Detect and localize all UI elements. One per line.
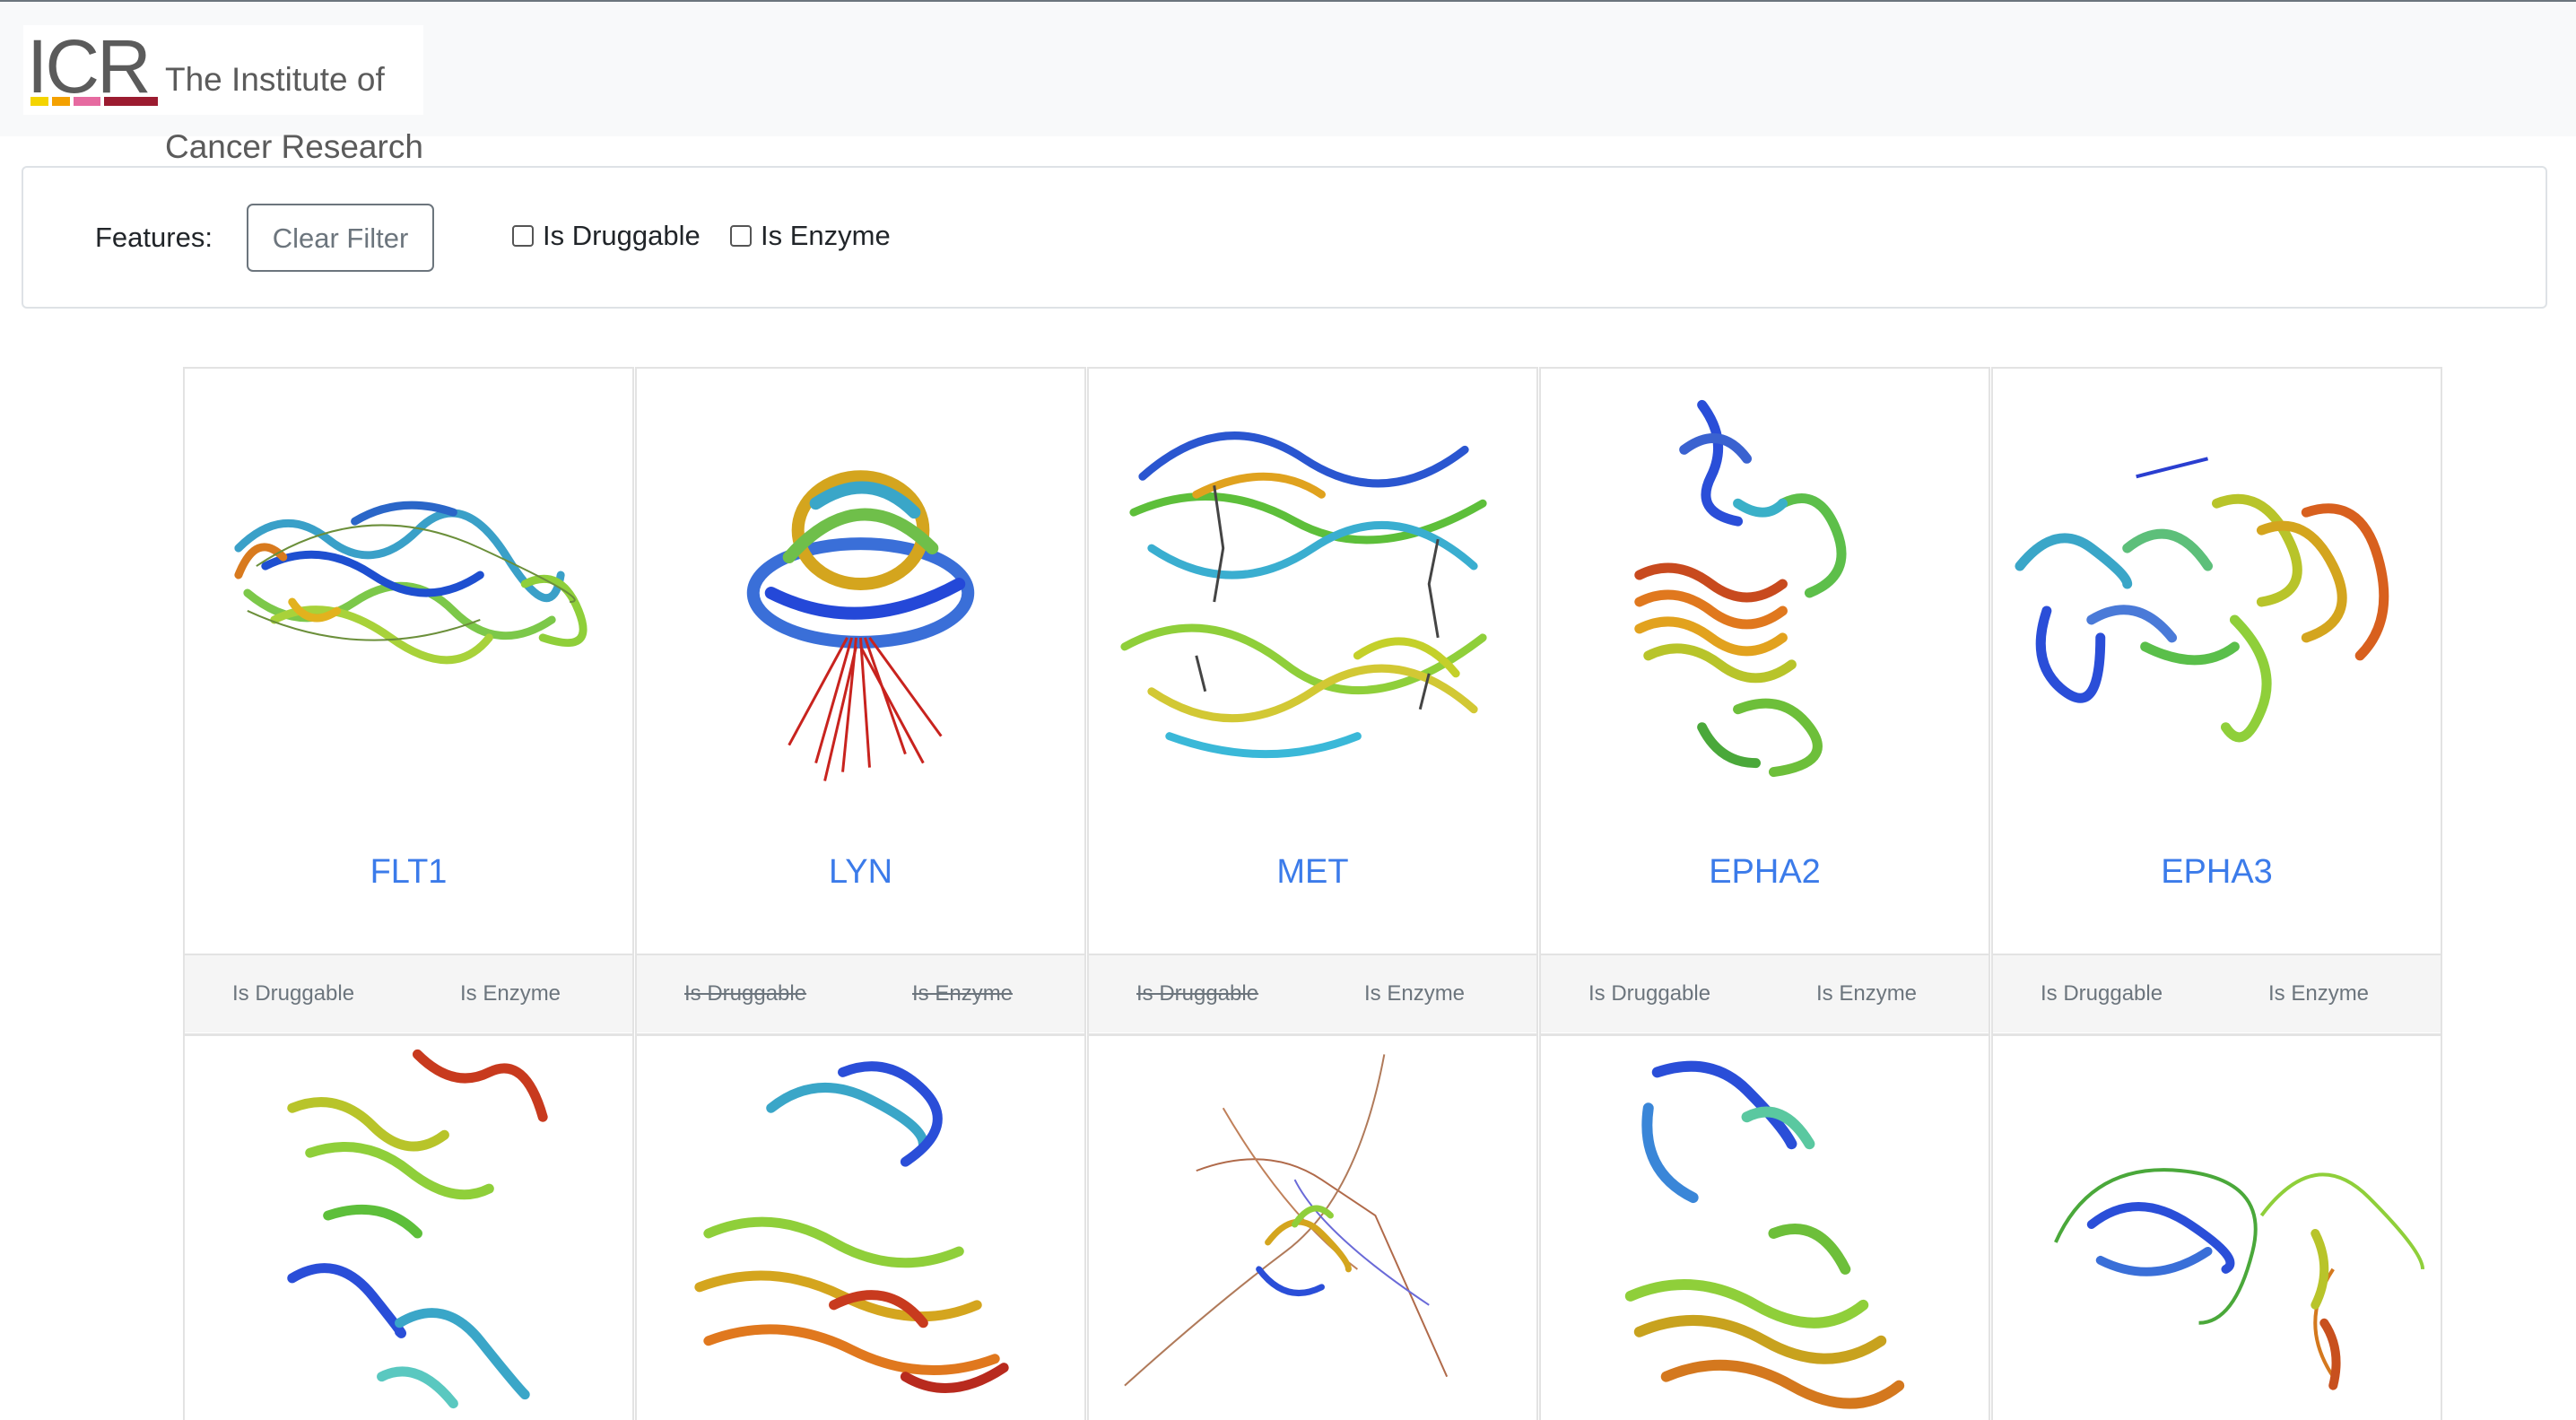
protein-card-flt1[interactable]: FLT1 Is Druggable Is Enzyme <box>183 367 634 1035</box>
card-footer: Is Druggable Is Enzyme <box>1541 954 1989 1032</box>
protein-name-link[interactable]: FLT1 <box>185 853 632 892</box>
protein-structure-image[interactable] <box>1089 1036 1536 1418</box>
card-footer: Is Druggable Is Enzyme <box>1089 954 1536 1032</box>
logo-line-2: Cancer Research <box>165 128 423 165</box>
is-enzyme-tag: Is Enzyme <box>1816 981 1918 1006</box>
is-enzyme-tag: Is Enzyme <box>912 981 1014 1006</box>
protein-structure-image[interactable] <box>1993 1036 2441 1418</box>
protein-card-epha3[interactable]: EPHA3 Is Druggable Is Enzyme <box>1991 367 2442 1035</box>
protein-card[interactable] <box>1087 1034 1538 1420</box>
protein-structure-image[interactable] <box>637 1036 1084 1418</box>
is-enzyme-checkbox[interactable] <box>730 225 752 247</box>
protein-structure-image[interactable] <box>1089 369 1536 817</box>
filter-panel: Features: Clear Filter Is Druggable Is E… <box>22 166 2547 309</box>
is-druggable-tag: Is Druggable <box>1588 981 1711 1006</box>
protein-card-met[interactable]: MET Is Druggable Is Enzyme <box>1087 367 1538 1035</box>
protein-card[interactable] <box>1991 1034 2442 1420</box>
card-footer: Is Druggable Is Enzyme <box>1993 954 2441 1032</box>
logo-line-1: The Institute of <box>165 61 385 98</box>
protein-name-link[interactable]: EPHA3 <box>1993 853 2441 892</box>
is-druggable-filter-label: Is Druggable <box>543 220 701 251</box>
protein-structure-image[interactable] <box>1541 1036 1989 1418</box>
protein-structure-image[interactable] <box>185 1036 632 1418</box>
protein-card[interactable] <box>635 1034 1086 1420</box>
is-enzyme-tag: Is Enzyme <box>460 981 561 1006</box>
protein-card-lyn[interactable]: LYN Is Druggable Is Enzyme <box>635 367 1086 1035</box>
protein-structure-image[interactable] <box>185 369 632 817</box>
is-druggable-checkbox[interactable] <box>512 225 534 247</box>
is-enzyme-tag: Is Enzyme <box>1364 981 1466 1006</box>
is-druggable-tag: Is Druggable <box>684 981 807 1006</box>
features-label: Features: <box>95 222 213 253</box>
card-footer: Is Druggable Is Enzyme <box>185 954 632 1032</box>
protein-name-link[interactable]: MET <box>1089 853 1536 892</box>
is-druggable-tag: Is Druggable <box>2041 981 2163 1006</box>
is-enzyme-filter[interactable]: Is Enzyme <box>730 220 891 252</box>
protein-name-link[interactable]: EPHA2 <box>1541 853 1989 892</box>
protein-structure-image[interactable] <box>1541 369 1989 817</box>
protein-card-epha2[interactable]: EPHA2 Is Druggable Is Enzyme <box>1539 367 1990 1035</box>
protein-structure-image[interactable] <box>637 369 1084 817</box>
card-footer: Is Druggable Is Enzyme <box>637 954 1084 1032</box>
is-druggable-tag: Is Druggable <box>232 981 355 1006</box>
clear-filter-button[interactable]: Clear Filter <box>247 204 434 272</box>
top-navbar: ICR The Institute of Cancer Research <box>0 0 2576 163</box>
protein-name-link[interactable]: LYN <box>637 853 1084 892</box>
logo-color-bars <box>30 97 165 106</box>
is-druggable-tag: Is Druggable <box>1136 981 1259 1006</box>
is-enzyme-filter-label: Is Enzyme <box>761 220 891 251</box>
protein-structure-image[interactable] <box>1993 369 2441 817</box>
protein-card[interactable] <box>1539 1034 1990 1420</box>
is-druggable-filter[interactable]: Is Druggable <box>512 220 701 252</box>
icr-logo[interactable]: ICR The Institute of Cancer Research <box>23 24 423 163</box>
protein-card[interactable] <box>183 1034 634 1420</box>
is-enzyme-tag: Is Enzyme <box>2268 981 2370 1006</box>
logo-mark: ICR <box>27 24 152 109</box>
